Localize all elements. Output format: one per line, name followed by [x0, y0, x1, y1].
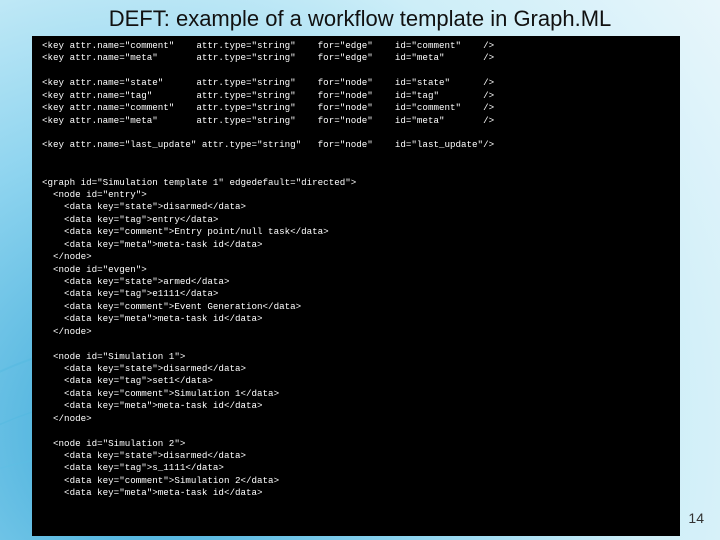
page-number: 14	[688, 510, 704, 526]
graphml-code-block: <key attr.name="comment" attr.type="stri…	[32, 36, 680, 536]
page-title: DEFT: example of a workflow template in …	[0, 6, 720, 32]
